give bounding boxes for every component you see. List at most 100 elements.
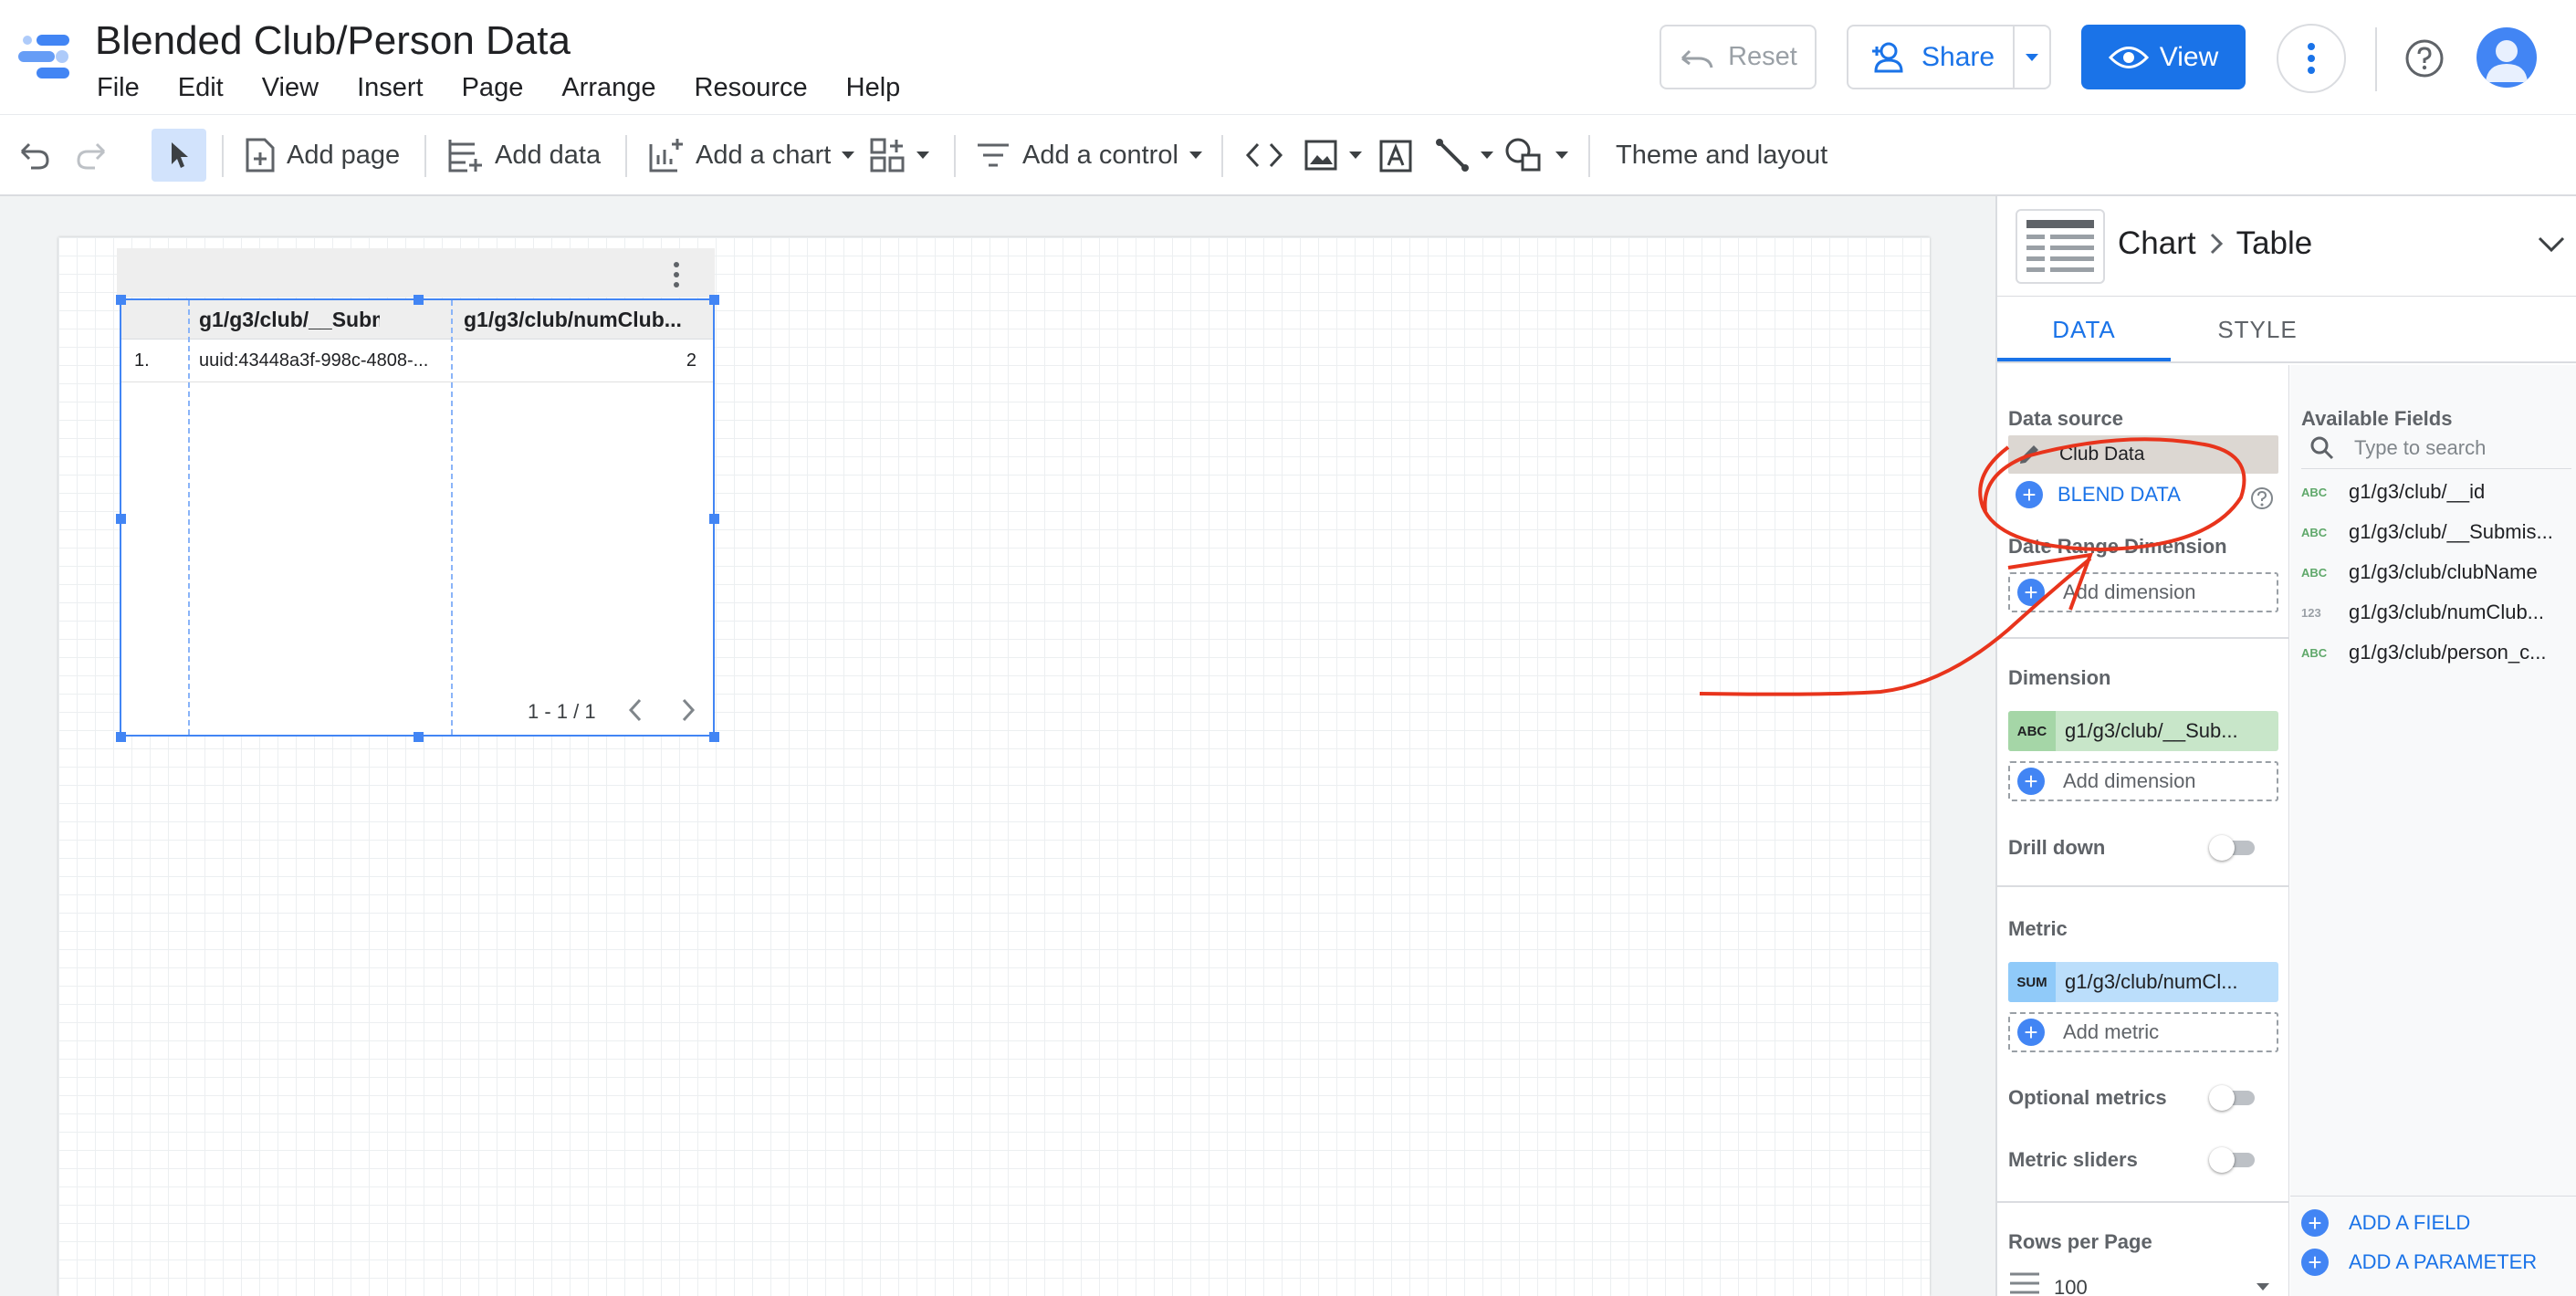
caret-down-icon (1481, 152, 1493, 159)
chart-menu-icon[interactable] (670, 261, 683, 288)
report-title[interactable]: Blended Club/Person Data (95, 18, 571, 64)
fields-divider (2290, 1196, 2576, 1197)
add-data-button[interactable]: Add data (447, 115, 601, 195)
edit-pencil-icon[interactable] (2017, 443, 2041, 466)
header-divider (2375, 27, 2377, 91)
field-item[interactable]: 123 g1/g3/club/numClub... (2301, 594, 2544, 631)
share-main[interactable]: Share (1848, 26, 2015, 88)
view-button[interactable]: View (2081, 25, 2246, 89)
rows-per-page-select[interactable]: 100 (2008, 1267, 2278, 1296)
add-control-button[interactable]: Add a control (975, 115, 1202, 195)
table-header-submission[interactable]: g1/g3/club/__Submiss... (199, 300, 380, 340)
menu-resource[interactable]: Resource (695, 73, 808, 103)
chart-header-bar[interactable] (117, 248, 715, 298)
field-item[interactable]: ABC g1/g3/club/__id (2301, 474, 2485, 510)
add-field-button[interactable]: + ADD A FIELD (2301, 1209, 2470, 1237)
resize-handle[interactable] (414, 732, 424, 742)
field-item[interactable]: ABC g1/g3/club/person_c... (2301, 634, 2546, 671)
rows-per-page-label: Rows per Page (2008, 1230, 2152, 1253)
toolbar: Add page Add data Add a chart Add a cont… (0, 114, 2576, 196)
add-circle-icon: + (2301, 1209, 2329, 1237)
menu-page[interactable]: Page (462, 73, 524, 103)
add-parameter-button[interactable]: + ADD A PARAMETER (2301, 1249, 2537, 1276)
theme-layout-label: Theme and layout (1616, 140, 1828, 170)
crumb-chart[interactable]: Chart (2118, 225, 2196, 262)
data-source-selector[interactable]: Club Data (2008, 435, 2278, 474)
add-data-label: Add data (495, 140, 602, 170)
add-community-viz-button[interactable] (869, 115, 929, 195)
metric-sliders-toggle[interactable] (2209, 1145, 2258, 1173)
resize-handle[interactable] (116, 514, 126, 524)
redo-icon[interactable] (75, 141, 108, 170)
caret-down-icon (842, 152, 855, 159)
community-viz-icon (870, 138, 905, 172)
drill-down-toggle[interactable] (2209, 833, 2258, 861)
shape-button[interactable] (1504, 115, 1568, 195)
resize-handle[interactable] (116, 295, 126, 305)
menu-help[interactable]: Help (846, 73, 901, 103)
select-tool[interactable] (152, 129, 206, 182)
menu-bar: File Edit View Insert Page Arrange Resou… (97, 73, 938, 103)
pagination-text: 1 - 1 / 1 (528, 700, 596, 723)
add-circle-icon: + (2016, 481, 2043, 508)
add-circle-icon: + (2301, 1249, 2329, 1276)
more-options-button[interactable] (2277, 24, 2346, 93)
resize-handle[interactable] (414, 295, 424, 305)
line-button[interactable] (1435, 115, 1493, 195)
theme-layout-button[interactable]: Theme and layout (1616, 115, 1827, 195)
add-metric-label: Add metric (2063, 1020, 2160, 1043)
caret-down-icon (2257, 1283, 2269, 1291)
prev-page-icon[interactable] (623, 696, 647, 724)
rows-icon (2010, 1272, 2039, 1294)
field-item[interactable]: ABC g1/g3/club/clubName (2301, 554, 2538, 591)
field-search-input[interactable]: Type to search (2301, 427, 2571, 469)
menu-file[interactable]: File (97, 73, 140, 103)
tab-style[interactable]: STYLE (2171, 298, 2344, 361)
share-dropdown[interactable] (2015, 26, 2049, 88)
dimension-chip[interactable]: ABC g1/g3/club/__Sub... (2008, 711, 2278, 751)
menu-edit[interactable]: Edit (178, 73, 224, 103)
add-date-dimension[interactable]: + Add dimension (2008, 572, 2278, 612)
table-header-numclub[interactable]: g1/g3/club/numClub... (464, 300, 697, 340)
resize-handle[interactable] (116, 732, 126, 742)
crumb-table[interactable]: Table (2236, 225, 2313, 262)
resize-handle[interactable] (709, 295, 719, 305)
add-circle-icon: + (2017, 579, 2045, 606)
embed-code-icon[interactable] (1245, 141, 1283, 170)
tab-data[interactable]: DATA (1997, 298, 2171, 361)
text-box-icon[interactable] (1378, 139, 1413, 173)
image-button[interactable] (1304, 115, 1362, 195)
field-name: g1/g3/club/__id (2349, 480, 2486, 503)
undo-icon[interactable] (18, 141, 51, 170)
add-metric[interactable]: + Add metric (2008, 1012, 2278, 1052)
help-icon[interactable] (2404, 38, 2445, 78)
data-studio-logo[interactable] (16, 33, 73, 84)
field-item[interactable]: ABC g1/g3/club/__Submis... (2301, 514, 2553, 550)
add-dimension[interactable]: + Add dimension (2008, 761, 2278, 801)
add-page-label: Add page (287, 140, 401, 170)
chart-type-breadcrumb: Chart Table (2118, 225, 2312, 262)
caret-down-icon (2026, 53, 2038, 61)
resize-handle[interactable] (709, 514, 719, 524)
date-range-label: Date Range Dimension (2008, 535, 2227, 558)
menu-arrange[interactable]: Arrange (561, 73, 655, 103)
next-page-icon[interactable] (676, 696, 700, 724)
chevron-down-icon[interactable] (2536, 233, 2567, 256)
table-chart-thumbnail[interactable] (2016, 209, 2105, 284)
help-circle-icon[interactable] (2249, 486, 2275, 511)
user-avatar[interactable] (2477, 27, 2537, 88)
menu-view[interactable]: View (262, 73, 319, 103)
share-button[interactable]: Share (1847, 25, 2051, 89)
table-chart[interactable]: g1/g3/club/__Submiss... g1/g3/club/numCl… (120, 298, 715, 737)
reset-button[interactable]: Reset (1660, 25, 1817, 89)
metric-chip[interactable]: SUM g1/g3/club/numCl... (2008, 962, 2278, 1002)
menu-insert[interactable]: Insert (357, 73, 424, 103)
toolbar-divider (1588, 135, 1590, 177)
optional-metrics-toggle[interactable] (2209, 1083, 2258, 1111)
dimension-label: Dimension (2008, 666, 2111, 689)
table-header-row: g1/g3/club/__Submiss... g1/g3/club/numCl… (121, 300, 713, 340)
blend-data-button[interactable]: + BLEND DATA (2008, 481, 2181, 508)
resize-handle[interactable] (709, 732, 719, 742)
add-page-button[interactable]: Add page (245, 115, 400, 195)
add-chart-button[interactable]: Add a chart (648, 115, 855, 195)
